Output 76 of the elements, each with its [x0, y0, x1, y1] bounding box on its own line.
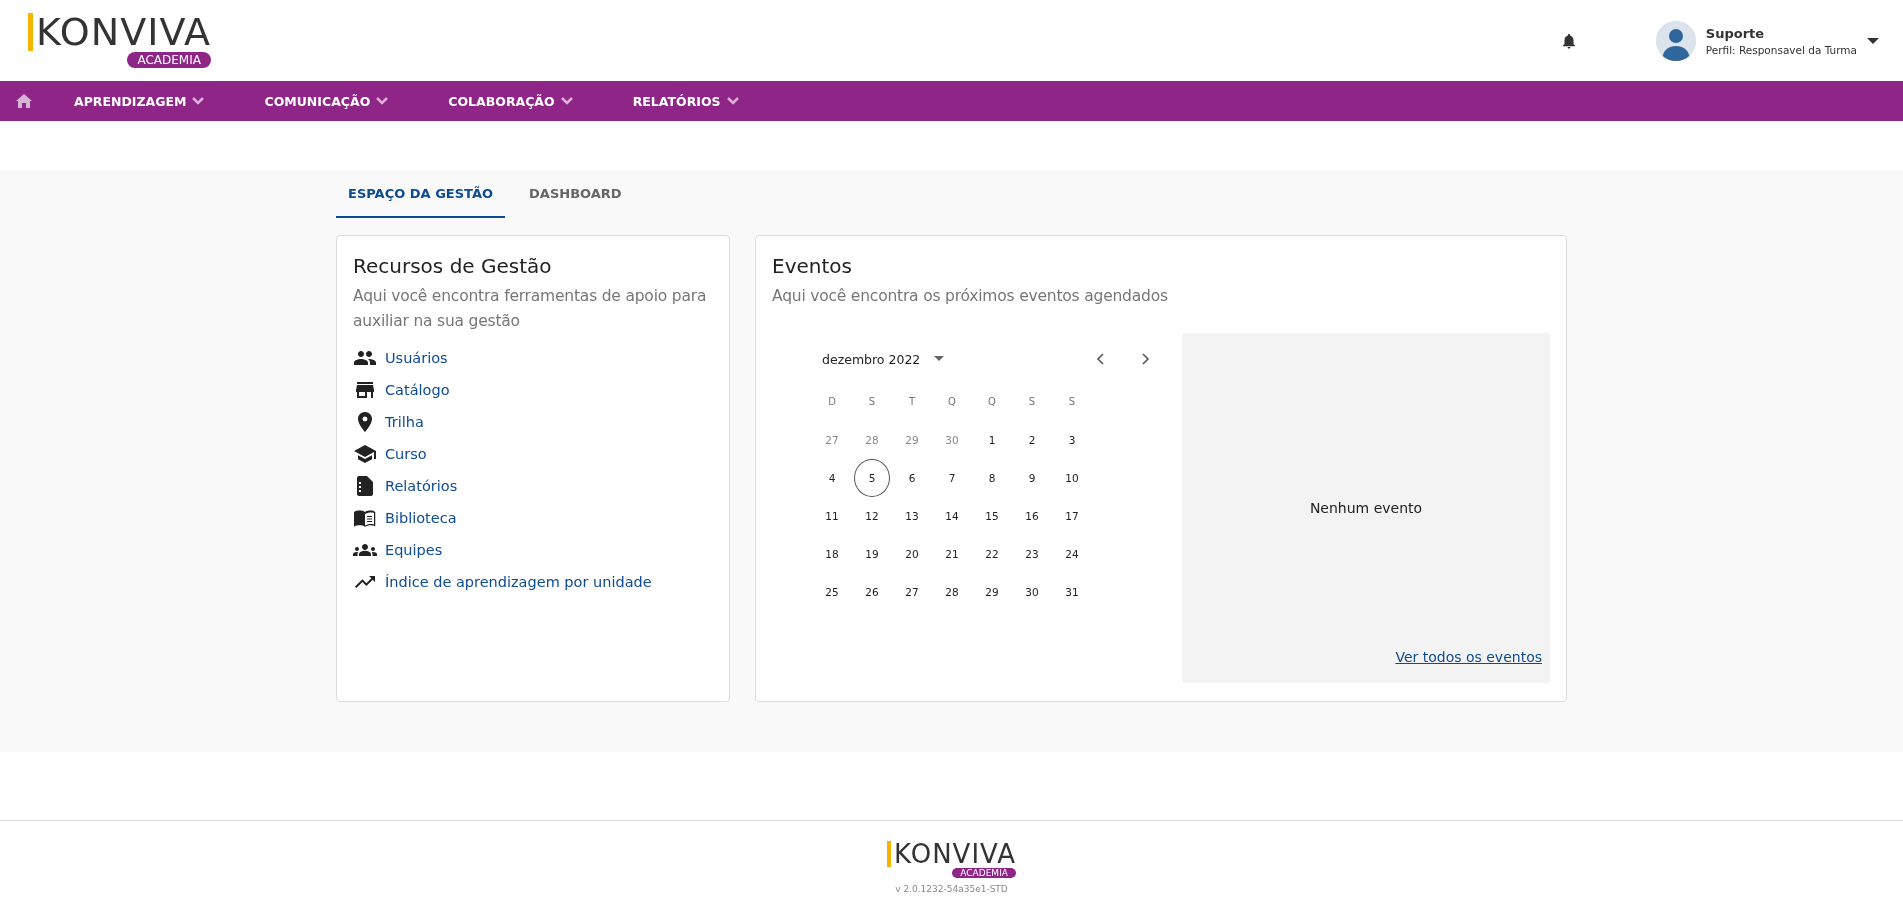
- caret-icon[interactable]: [1867, 36, 1879, 45]
- weekday-label: S: [867, 394, 877, 409]
- calendar-day[interactable]: 14: [934, 497, 970, 535]
- calendar-day[interactable]: 7: [934, 459, 970, 497]
- card-title: Recursos de Gestão: [353, 254, 553, 278]
- calendar-day[interactable]: 29: [894, 421, 930, 459]
- chevron-down-icon[interactable]: [560, 97, 573, 105]
- tab[interactable]: DASHBOARD: [517, 170, 634, 218]
- calendar-day[interactable]: 20: [894, 535, 930, 573]
- caret-icon[interactable]: [934, 356, 945, 362]
- version-text: v 2.0.1232-54a35e1-STD: [895, 884, 1008, 894]
- resource-link[interactable]: Usuários: [385, 350, 448, 366]
- calendar-day[interactable]: 6: [894, 459, 930, 497]
- calendar-day[interactable]: 12: [854, 497, 890, 535]
- nav-menu[interactable]: RELATÓRIOS: [632, 93, 739, 109]
- calendar-day[interactable]: 10: [1054, 459, 1090, 497]
- card-subtitle: Aqui você encontra ferramentas de apoio para auxiliar na sua gestão: [353, 286, 708, 332]
- logo-badge: ACADEMIA: [127, 52, 211, 68]
- user-profile: Perfil: Responsavel da Turma: [1705, 43, 1857, 56]
- chevron-down-icon[interactable]: [726, 97, 739, 105]
- calendar-day[interactable]: 22: [974, 535, 1010, 573]
- weekday-label: S: [1027, 394, 1037, 409]
- resource-link[interactable]: Curso: [385, 446, 427, 462]
- resource-link[interactable]: Equipes: [385, 542, 443, 558]
- month-label[interactable]: dezembro 2022: [822, 351, 921, 367]
- logo-badge: ACADEMIA: [952, 868, 1016, 878]
- calendar-day[interactable]: 15: [974, 497, 1010, 535]
- calendar-day[interactable]: 8: [974, 459, 1010, 497]
- calendar-day[interactable]: 13: [894, 497, 930, 535]
- resource-link[interactable]: Biblioteca: [385, 510, 457, 526]
- weekday-label: S: [1067, 394, 1077, 409]
- chevron-down-icon[interactable]: [192, 97, 205, 105]
- calendar-day[interactable]: 4: [814, 459, 850, 497]
- calendar-day[interactable]: 30: [934, 421, 970, 459]
- school-icon: [353, 442, 377, 466]
- calendar-day[interactable]: 21: [934, 535, 970, 573]
- nav-menu[interactable]: COLABORAÇÃO: [448, 93, 573, 109]
- resource-link[interactable]: Trilha: [385, 414, 424, 430]
- calendar-day[interactable]: 29: [974, 573, 1010, 611]
- weekday-label: Q: [947, 394, 957, 409]
- calendar-day[interactable]: 3: [1054, 421, 1090, 459]
- card-subtitle: Aqui você encontra os próximos eventos agendados: [772, 286, 1169, 307]
- calendar-day[interactable]: 31: [1054, 573, 1090, 611]
- calendar-day[interactable]: 16: [1014, 497, 1050, 535]
- calendar-day[interactable]: 24: [1054, 535, 1090, 573]
- avatar-silhouette-icon[interactable]: [1655, 20, 1696, 61]
- weekday-label: D: [827, 394, 837, 409]
- calendar-day[interactable]: 18: [814, 535, 850, 573]
- calendar-day[interactable]: 27: [894, 573, 930, 611]
- home-icon[interactable]: [16, 94, 32, 108]
- user-name: Suporte: [1705, 25, 1766, 41]
- calendar-day[interactable]: 11: [814, 497, 850, 535]
- weekday-label: T: [907, 394, 917, 409]
- card-title: Eventos: [772, 254, 853, 278]
- calendar-day[interactable]: 28: [934, 573, 970, 611]
- calendar-day[interactable]: 26: [854, 573, 890, 611]
- calendar-day[interactable]: 17: [1054, 497, 1090, 535]
- resource-link[interactable]: Relatórios: [385, 478, 458, 494]
- nav-menu[interactable]: COMUNICAÇÃO: [264, 93, 389, 109]
- resource-link[interactable]: Catálogo: [385, 382, 450, 398]
- calendar-day[interactable]: 27: [814, 421, 850, 459]
- chevron-down-icon[interactable]: [376, 97, 389, 105]
- resource-link[interactable]: Índice de aprendizagem por unidade: [385, 574, 652, 590]
- weekday-label: Q: [987, 394, 997, 409]
- calendar-day[interactable]: 2: [1014, 421, 1050, 459]
- calendar-day[interactable]: 28: [854, 421, 890, 459]
- empty-message: Nenhum evento: [1309, 500, 1423, 516]
- calendar-day[interactable]: 23: [1014, 535, 1050, 573]
- calendar-day[interactable]: 9: [1014, 459, 1050, 497]
- nav-menu[interactable]: APRENDIZAGEM: [74, 93, 205, 109]
- all-events-link[interactable]: Ver todos os eventos: [1395, 649, 1542, 665]
- calendar-day[interactable]: 25: [814, 573, 850, 611]
- tab[interactable]: ESPAÇO DA GESTÃO: [336, 170, 506, 218]
- calendar-day[interactable]: 30: [1014, 573, 1050, 611]
- calendar-day[interactable]: 19: [854, 535, 890, 573]
- calendar-day[interactable]: 1: [974, 421, 1010, 459]
